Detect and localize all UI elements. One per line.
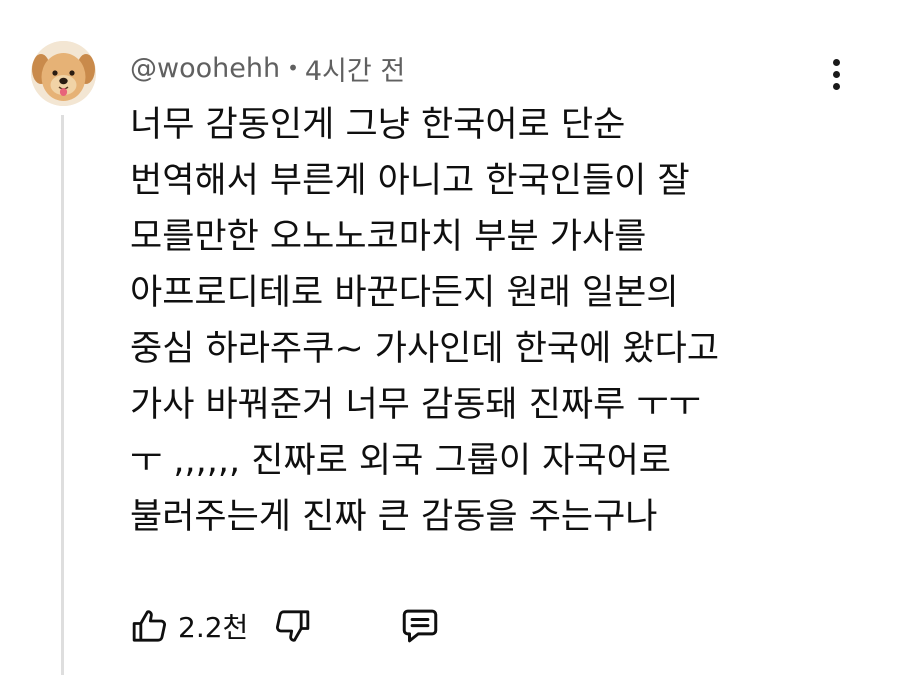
like-button[interactable] [128, 604, 172, 648]
comment-text: 너무 감동인게 그냥 한국어로 단순 번역해서 부른게 아니고 한국인들이 잘 … [130, 97, 830, 545]
reply-button[interactable] [398, 604, 442, 648]
meta-separator: • [287, 56, 299, 80]
comment-actions: 2.2천 [128, 603, 442, 649]
thread-line [61, 115, 64, 675]
more-vertical-icon-dot [832, 58, 840, 66]
comment-line: ㅜ ,,,,,, 진짜로 외국 그룹이 자국어로 [130, 441, 671, 481]
comment-line: 중심 하라주쿠~ 가사인데 한국에 왔다고 [130, 329, 720, 369]
comment-line: 아프로디테로 바꾼다든지 원래 일본의 [130, 273, 679, 313]
author-handle[interactable]: @woohehh [130, 53, 280, 84]
like-count: 2.2천 [178, 611, 249, 644]
comment-meta: @woohehh • 4시간 전 [130, 49, 405, 88]
like-icon [132, 610, 166, 642]
more-options-button[interactable] [820, 52, 852, 96]
comment-line: 너무 감동인게 그냥 한국어로 단순 [130, 105, 626, 145]
comment-line: 불러주는게 진짜 큰 감동을 주는구나 [130, 497, 658, 537]
dislike-button[interactable] [270, 604, 314, 648]
dog-avatar-icon [31, 41, 96, 106]
avatar[interactable] [31, 41, 96, 106]
reply-icon [403, 609, 438, 643]
more-vertical-icon-dot [832, 70, 840, 78]
dislike-icon [276, 610, 310, 642]
more-vertical-icon-dot [832, 82, 840, 90]
comment-line: 모를만한 오노노코마치 부분 가사를 [130, 217, 647, 257]
comment-timestamp[interactable]: 4시간 전 [305, 49, 405, 88]
comment-line: 번역해서 부른게 아니고 한국인들이 잘 [130, 161, 690, 201]
comment-line: 가사 바꿔준거 너무 감동돼 진짜루 ㅜㅜ [130, 385, 701, 425]
